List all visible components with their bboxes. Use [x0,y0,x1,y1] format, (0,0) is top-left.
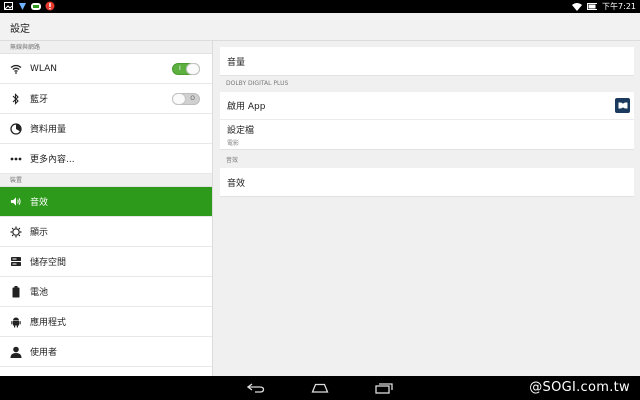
status-bar: 下午7:21 [0,0,640,13]
wifi-status-icon [572,2,583,12]
sidebar-item-label: 更多內容... [30,155,75,165]
sidebar-item-label: 資料用量 [30,125,67,135]
sidebar-item-users[interactable]: 使用者 [0,337,212,367]
sidebar-item-data-usage[interactable]: 資料用量 [0,114,212,144]
recent-apps-icon [375,383,393,394]
volume-row[interactable]: 音量 [220,47,634,75]
sidebar-item-label: 音效 [30,198,49,208]
dolby-icon[interactable] [615,98,630,113]
dolby-card: 啟用 App 設定檔 電影 [220,92,634,150]
back-button[interactable] [246,381,266,395]
home-button[interactable] [310,381,330,395]
sound-effects-row[interactable]: 音效 [220,168,634,196]
data-usage-icon [10,122,22,135]
enable-app-row[interactable]: 啟用 App [220,92,634,120]
android-icon [10,316,22,328]
profile-label: 設定檔 [227,125,255,136]
sound-effects-card: 音效 [220,168,634,197]
sidebar-item-bluetooth[interactable]: 藍牙 O [0,84,212,114]
sidebar-item-storage[interactable]: 儲存空間 [0,247,212,277]
volume-label: 音量 [227,57,246,68]
brightness-icon [10,226,22,238]
profile-row[interactable]: 設定檔 電影 [220,120,634,149]
wifi-icon [10,63,22,75]
sidebar-item-more[interactable]: 更多內容... [0,144,212,174]
wlan-toggle[interactable]: I [172,63,200,75]
battery-icon [10,285,22,298]
dolby-section-header: DOLBY DIGITAL PLUS [226,80,289,87]
enable-app-label: 啟用 App [227,102,266,112]
app-notification-icon [31,1,41,11]
navigation-bar: @SOGI.com.tw [0,376,640,400]
settings-sidebar: 無線與網路 WLAN I 藍牙 O 資料用量 更多內容... 裝置 音效 顯示 … [0,41,213,376]
clock: 下午7:21 [602,2,636,11]
sound-effects-label: 音效 [227,178,246,189]
bluetooth-icon [10,92,22,105]
storage-icon [10,256,22,268]
sidebar-item-wlan[interactable]: WLAN I [0,54,212,84]
back-icon [247,383,265,393]
sidebar-item-label: WLAN [30,63,58,74]
section-header-wireless: 無線與網路 [0,41,212,54]
sidebar-item-display[interactable]: 顯示 [0,217,212,247]
sound-section-header: 音效 [226,157,239,164]
shield-notification-icon [17,1,27,11]
sidebar-item-sound[interactable]: 音效 [0,187,212,217]
recent-apps-button[interactable] [374,381,394,395]
sidebar-item-label: 顯示 [30,228,49,238]
section-header-device: 裝置 [0,174,212,187]
volume-icon [10,196,22,208]
bluetooth-toggle[interactable]: O [172,93,200,105]
sidebar-item-battery[interactable]: 電池 [0,277,212,307]
page-title: 設定 [10,24,30,35]
gallery-notification-icon [3,1,13,11]
sidebar-item-label: 應用程式 [30,318,67,328]
sound-settings-panel: 音量 DOLBY DIGITAL PLUS 啟用 App 設定檔 電影 音效 音… [214,41,640,376]
battery-status-icon [587,2,598,12]
sidebar-item-label: 使用者 [30,348,58,358]
sidebar-item-apps[interactable]: 應用程式 [0,307,212,337]
action-bar: 設定 [0,13,640,41]
home-icon [311,383,329,393]
sidebar-item-label: 藍牙 [30,95,49,105]
alert-notification-icon [45,1,55,11]
user-icon [10,346,22,358]
more-icon [10,153,22,165]
sidebar-item-label: 儲存空間 [30,258,67,268]
sidebar-item-label: 電池 [30,288,49,298]
watermark: @SOGI.com.tw [529,380,630,395]
profile-value: 電影 [227,139,240,147]
volume-card: 音量 [220,47,634,76]
